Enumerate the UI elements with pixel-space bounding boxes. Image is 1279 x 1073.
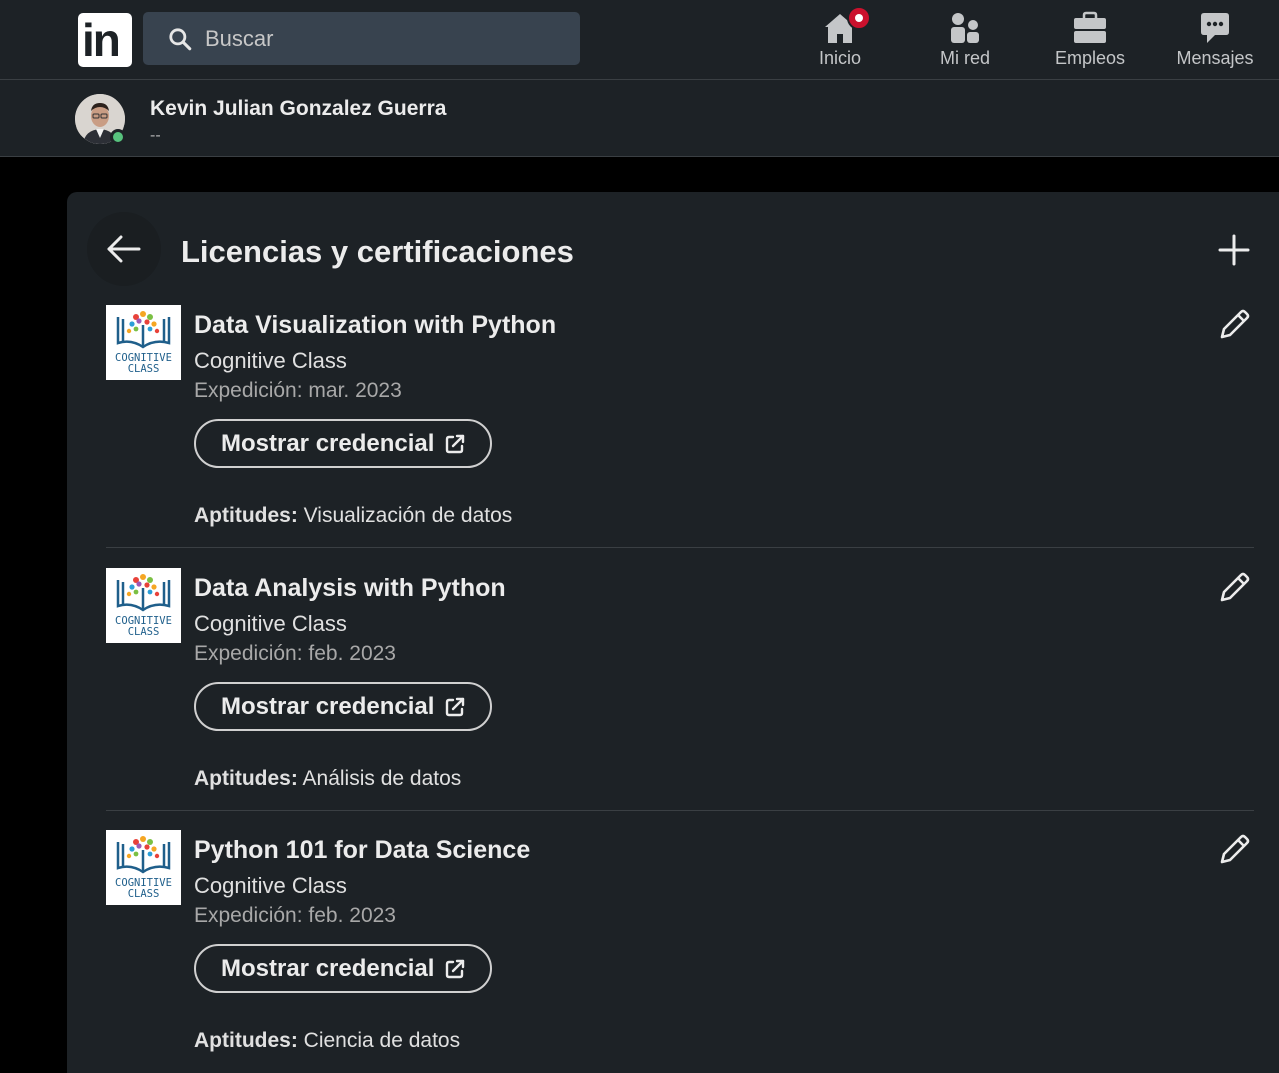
nav-home-label: Inicio bbox=[818, 48, 862, 68]
svg-text:CLASS: CLASS bbox=[128, 363, 160, 375]
briefcase-icon bbox=[1074, 11, 1106, 43]
cognitive-class-logo: COGNITIVE CLASS bbox=[106, 830, 181, 905]
profile-header: Kevin Julian Gonzalez Guerra -- bbox=[0, 80, 1279, 157]
certification-issue-date: Expedición: feb. 2023 bbox=[194, 642, 396, 665]
show-credential-label: Mostrar credencial bbox=[221, 954, 435, 982]
nav-home[interactable]: Inicio bbox=[785, 6, 895, 74]
edit-certification-button[interactable] bbox=[1214, 305, 1254, 345]
pencil-icon bbox=[1220, 834, 1250, 864]
back-button[interactable] bbox=[87, 212, 161, 286]
edit-certification-button[interactable] bbox=[1214, 830, 1254, 870]
certification-title: Data Analysis with Python bbox=[194, 574, 506, 602]
messages-icon bbox=[1201, 13, 1229, 43]
nav-network[interactable]: Mi red bbox=[910, 6, 1020, 74]
certification-title: Python 101 for Data Science bbox=[194, 836, 531, 864]
show-credential-label: Mostrar credencial bbox=[221, 429, 435, 457]
edit-certification-button[interactable] bbox=[1214, 568, 1254, 608]
nav-messages[interactable]: Mensajes bbox=[1160, 6, 1270, 74]
show-credential-label: Mostrar credencial bbox=[221, 692, 435, 720]
notification-badge bbox=[847, 6, 871, 30]
certification-skills: Aptitudes: Ciencia de datos bbox=[194, 1029, 461, 1052]
network-icon bbox=[951, 13, 979, 43]
add-certification-button[interactable] bbox=[1214, 230, 1254, 270]
pencil-icon bbox=[1220, 309, 1250, 339]
certification-issue-date: Expedición: feb. 2023 bbox=[194, 904, 396, 927]
licenses-card: Licencias y certificaciones COGNITIVE CL… bbox=[67, 192, 1279, 1073]
nav-jobs-label: Empleos bbox=[1054, 48, 1126, 68]
profile-name: Kevin Julian Gonzalez Guerra bbox=[150, 97, 447, 120]
certification-skills: Aptitudes: Visualización de datos bbox=[194, 504, 513, 527]
external-link-icon bbox=[446, 434, 465, 453]
online-status-dot bbox=[110, 129, 126, 145]
certification-issuer: Cognitive Class bbox=[194, 873, 347, 898]
nav-jobs[interactable]: Empleos bbox=[1035, 6, 1145, 74]
show-credential-button[interactable]: Mostrar credencial bbox=[194, 682, 493, 731]
linkedin-logo[interactable]: in bbox=[78, 13, 132, 67]
top-navbar: in Inicio Mi red Empleos bbox=[0, 0, 1279, 80]
plus-icon bbox=[1218, 234, 1250, 266]
certification-issuer: Cognitive Class bbox=[194, 348, 347, 373]
cognitive-class-logo: COGNITIVE CLASS bbox=[106, 568, 181, 643]
certification-title: Data Visualization with Python bbox=[194, 311, 557, 339]
cognitive-class-logo: COGNITIVE CLASS bbox=[106, 305, 181, 380]
search-icon bbox=[169, 28, 192, 51]
external-link-icon bbox=[446, 959, 465, 978]
show-credential-button[interactable]: Mostrar credencial bbox=[194, 419, 493, 468]
certification-issuer: Cognitive Class bbox=[194, 611, 347, 636]
show-credential-button[interactable]: Mostrar credencial bbox=[194, 944, 493, 993]
page-title: Licencias y certificaciones bbox=[181, 234, 574, 269]
arrow-left-icon bbox=[107, 235, 141, 263]
divider bbox=[106, 547, 1254, 548]
divider bbox=[106, 810, 1254, 811]
nav-messages-label: Mensajes bbox=[1176, 48, 1254, 68]
svg-text:CLASS: CLASS bbox=[128, 626, 160, 638]
certification-issue-date: Expedición: mar. 2023 bbox=[194, 379, 402, 402]
nav-network-label: Mi red bbox=[939, 48, 990, 68]
pencil-icon bbox=[1220, 572, 1250, 602]
svg-text:CLASS: CLASS bbox=[128, 888, 160, 900]
search-input[interactable] bbox=[205, 12, 565, 65]
profile-subtitle: -- bbox=[150, 127, 161, 144]
search-box[interactable] bbox=[143, 12, 580, 65]
certification-skills: Aptitudes: Análisis de datos bbox=[194, 767, 462, 790]
external-link-icon bbox=[446, 697, 465, 716]
